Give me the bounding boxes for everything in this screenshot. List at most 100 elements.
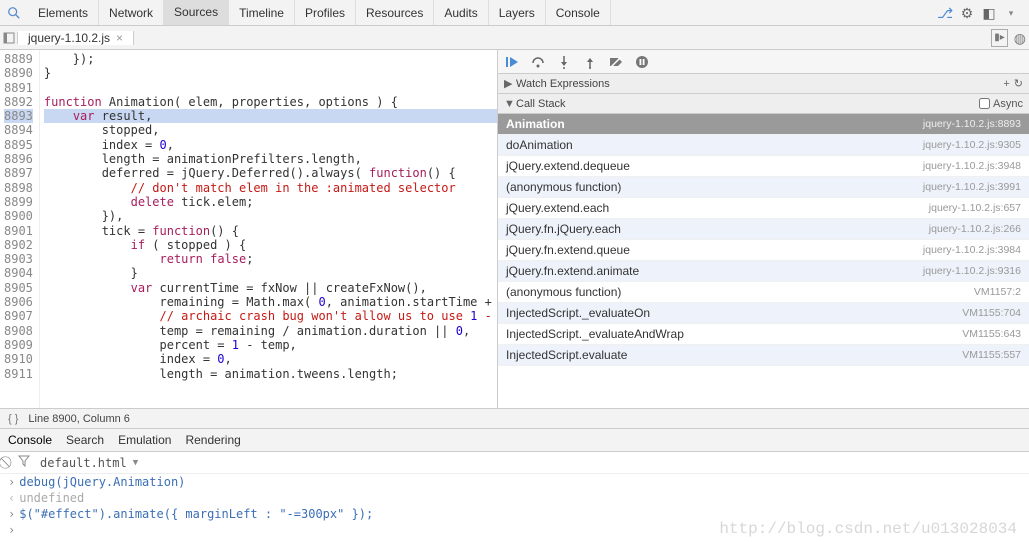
line-number[interactable]: 8910 [4,352,33,366]
line-number[interactable]: 8902 [4,238,33,252]
resume-icon[interactable] [504,54,520,70]
pause-on-exceptions-icon[interactable] [634,54,650,70]
code-editor[interactable]: 8889889088918892889388948895889688978898… [0,50,497,408]
stack-frame[interactable]: jQuery.fn.extend.queuejquery-1.10.2.js:3… [498,240,1029,261]
stack-frame[interactable]: InjectedScript._evaluateAndWrapVM1155:64… [498,324,1029,345]
console-line[interactable]: ‹undefined [0,490,1029,506]
line-number[interactable]: 8898 [4,181,33,195]
code-line[interactable]: stopped, [44,123,497,137]
drawer-tab-rendering[interactable]: Rendering [185,433,240,447]
line-number[interactable]: 8897 [4,166,33,180]
drawer-toggle-icon[interactable]: ⎇ [937,5,953,21]
filter-icon[interactable] [18,455,30,470]
console-line[interactable]: › [0,522,1029,538]
line-number[interactable]: 8901 [4,224,33,238]
panel-tab-timeline[interactable]: Timeline [229,0,295,25]
line-number[interactable]: 8899 [4,195,33,209]
step-out-icon[interactable] [582,54,598,70]
async-toggle[interactable]: Async [979,98,1023,110]
code-line[interactable]: if ( stopped ) { [44,238,497,252]
call-stack-header[interactable]: ▼ Call Stack Async [498,94,1029,114]
code-line[interactable]: remaining = Math.max( 0, animation.start… [44,295,497,309]
pause-on-caught-icon[interactable]: ▮▸ [991,29,1008,47]
code-line[interactable]: } [44,66,497,80]
code-line[interactable]: delete tick.elem; [44,195,497,209]
panel-tab-audits[interactable]: Audits [434,0,488,25]
stack-frame[interactable]: InjectedScript.evaluateVM1155:557 [498,345,1029,366]
stack-frame[interactable]: InjectedScript._evaluateOnVM1155:704 [498,303,1029,324]
line-number[interactable]: 8904 [4,266,33,280]
code-line[interactable]: tick = function() { [44,224,497,238]
line-number[interactable]: 8903 [4,252,33,266]
close-icon[interactable]: × [116,31,123,45]
code-line[interactable] [44,81,497,95]
stack-frame[interactable]: jQuery.extend.dequeuejquery-1.10.2.js:39… [498,156,1029,177]
console-line[interactable]: ›$("#effect").animate({ marginLeft : "-=… [0,506,1029,522]
settings-gear-icon[interactable]: ⚙ [959,5,975,21]
refresh-watch-icon[interactable]: ↻ [1014,77,1023,90]
code-line[interactable]: percent = 1 - temp, [44,338,497,352]
line-number[interactable]: 8889 [4,52,33,66]
stack-frame[interactable]: jQuery.fn.jQuery.eachjquery-1.10.2.js:26… [498,219,1029,240]
line-number[interactable]: 8907 [4,309,33,323]
line-number[interactable]: 8911 [4,367,33,381]
pretty-print-icon[interactable]: ◍ [1014,30,1023,46]
code-line[interactable]: var result, [44,109,497,123]
panel-tab-resources[interactable]: Resources [356,0,434,25]
stack-frame[interactable]: Animationjquery-1.10.2.js:8893 [498,114,1029,135]
stack-frame[interactable]: jQuery.fn.extend.animatejquery-1.10.2.js… [498,261,1029,282]
code-line[interactable]: deferred = jQuery.Deferred().always( fun… [44,166,497,180]
line-number[interactable]: 8905 [4,281,33,295]
code-line[interactable]: }), [44,209,497,223]
code-line[interactable]: // don't match elem in the :animated sel… [44,181,497,195]
context-selector[interactable]: default.html ▼ [40,456,138,470]
drawer-tab-emulation[interactable]: Emulation [118,433,171,447]
step-over-icon[interactable] [530,54,546,70]
braces-icon[interactable]: { } [8,413,18,425]
line-number[interactable]: 8906 [4,295,33,309]
watch-expressions-header[interactable]: ▶ Watch Expressions + ↻ [498,74,1029,94]
line-number[interactable]: 8891 [4,81,33,95]
code-line[interactable]: function Animation( elem, properties, op… [44,95,497,109]
line-number[interactable]: 8890 [4,66,33,80]
panel-tab-sources[interactable]: Sources [164,0,229,25]
panel-tab-console[interactable]: Console [546,0,611,25]
dock-menu-chevron-icon[interactable]: ▾ [1003,5,1019,21]
line-number[interactable]: 8896 [4,152,33,166]
code-line[interactable]: }); [44,52,497,66]
step-into-icon[interactable] [556,54,572,70]
navigator-toggle-icon[interactable] [0,32,18,44]
stack-frame[interactable]: (anonymous function)jquery-1.10.2.js:399… [498,177,1029,198]
search-icon[interactable] [0,6,28,20]
line-number[interactable]: 8894 [4,123,33,137]
panel-tab-elements[interactable]: Elements [28,0,99,25]
add-watch-icon[interactable]: + [999,78,1013,90]
code-line[interactable]: } [44,266,497,280]
drawer-tab-search[interactable]: Search [66,433,104,447]
code-line[interactable]: // archaic crash bug won't allow us to u… [44,309,497,323]
code-line[interactable]: temp = remaining / animation.duration ||… [44,324,497,338]
code-line[interactable]: var currentTime = fxNow || createFxNow()… [44,281,497,295]
line-number[interactable]: 8900 [4,209,33,223]
stack-frame[interactable]: jQuery.extend.eachjquery-1.10.2.js:657 [498,198,1029,219]
line-number[interactable]: 8909 [4,338,33,352]
panel-tab-profiles[interactable]: Profiles [295,0,356,25]
console-line[interactable]: ›debug(jQuery.Animation) [0,474,1029,490]
stack-frame[interactable]: (anonymous function)VM1157:2 [498,282,1029,303]
code-line[interactable]: length = animationPrefilters.length, [44,152,497,166]
code-line[interactable]: return false; [44,252,497,266]
dock-icon[interactable]: ◧ [981,5,997,21]
stack-frame[interactable]: doAnimationjquery-1.10.2.js:9305 [498,135,1029,156]
panel-tab-layers[interactable]: Layers [489,0,546,25]
code-line[interactable]: index = 0, [44,138,497,152]
async-checkbox[interactable] [979,98,990,109]
drawer-tab-console[interactable]: Console [8,433,52,447]
line-number[interactable]: 8892 [4,95,33,109]
line-number[interactable]: 8895 [4,138,33,152]
file-tab[interactable]: jquery-1.10.2.js × [18,31,134,45]
deactivate-breakpoints-icon[interactable] [608,54,624,70]
line-number[interactable]: 8908 [4,324,33,338]
code-line[interactable]: length = animation.tweens.length; [44,367,497,381]
panel-tab-network[interactable]: Network [99,0,164,25]
code-line[interactable]: index = 0, [44,352,497,366]
